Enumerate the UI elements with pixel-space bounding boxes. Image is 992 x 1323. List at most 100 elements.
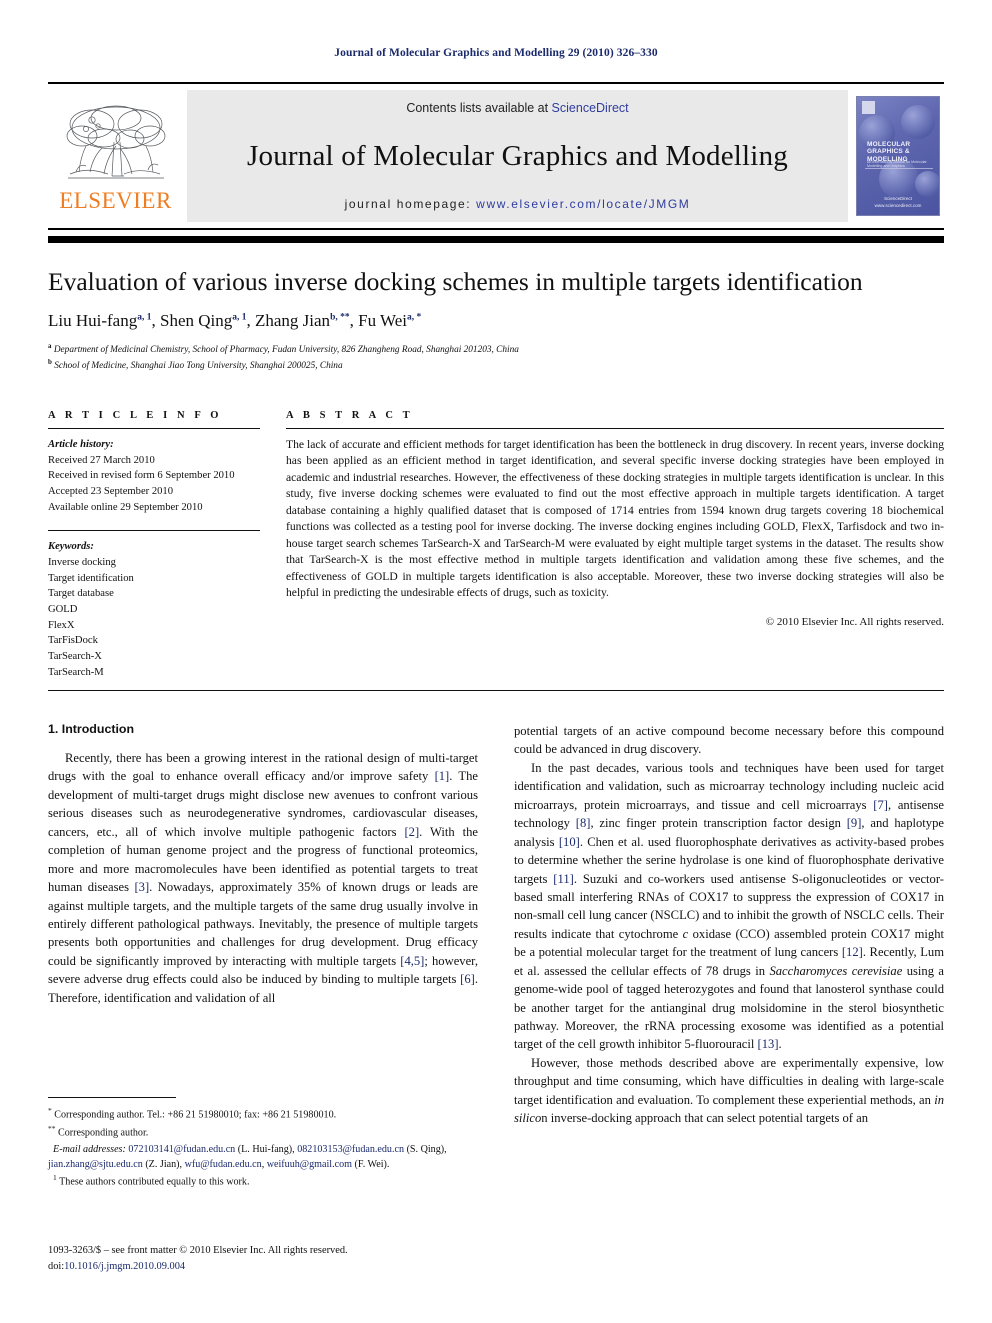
contents-available-line: Contents lists available at ScienceDirec… [406,101,628,115]
author-name: Zhang Jian [254,310,331,330]
contents-prefix: Contents lists available at [406,101,552,115]
article-info-rule [48,428,260,429]
history-item: Received in revised form 6 September 201… [48,470,235,482]
homepage-url-link[interactable]: www.elsevier.com/locate/JMGM [476,197,690,211]
paragraph-carryover-right: potential targets of an active compound … [514,724,944,757]
article-info-separator [48,530,260,532]
footnote-equal-contribution: 1 These authors contributed equally to t… [48,1172,478,1190]
citation-12[interactable]: [12] [842,945,863,959]
section-title-introduction: 1. Introduction [48,722,135,736]
abstract-column: A B S T R A C T The lack of accurate and… [286,410,944,680]
cover-sphere [915,171,939,197]
author-list: Liu Hui-fanga, 1, Shen Qinga, 1, Zhang J… [48,310,422,330]
elsevier-tree-icon [66,105,165,179]
keywords-label: Keywords: [48,541,94,553]
doi-label: doi: [48,1260,65,1272]
journal-homepage-line: journal homepage: www.elsevier.com/locat… [345,197,691,211]
footnote-text: These authors contributed equally to thi… [56,1176,250,1188]
journal-banner: Contents lists available at ScienceDirec… [187,90,848,222]
keyword-item: GOLD [48,604,78,616]
keyword-item: TarSearch-M [48,666,104,678]
citation-13[interactable]: [13] [758,1037,779,1051]
email-owner-3: (Z. Jian), [142,1159,185,1171]
footnote-text: Corresponding author. Tel.: +86 21 51980… [51,1109,337,1121]
para-text: However, those methods described above a… [514,1055,944,1107]
article-history-label: Article history: [48,439,114,450]
para-text: . [778,1037,782,1052]
affiliation-mark: b [48,358,52,367]
keywords-group: Keywords: Inverse docking Target identif… [48,539,260,680]
citation-1[interactable]: [1] [435,769,450,783]
email-link-4[interactable]: wfu@fudan.edu.cn [185,1159,262,1170]
history-item: Accepted 23 September 2010 [48,486,174,498]
affiliation-list: a Department of Medicinal Chemistry, Sch… [48,341,944,374]
journal-cover: MOLECULAR GRAPHICS & MODELLING An Intern… [852,84,944,228]
citation-7[interactable]: [7] [873,798,888,812]
paragraph-methods-right: In the past decades, various tools and t… [514,759,944,1054]
footnote-mark: ** [48,1123,56,1133]
body-column-right: potential targets of an active compound … [514,722,944,1242]
para-text: Recently, there has been a growing inter… [48,751,478,784]
elsevier-logo: ELSEVIER [48,84,183,228]
keyword-item: Inverse docking [48,557,116,569]
paper-page: Journal of Molecular Graphics and Modell… [0,0,992,1323]
footnote-corresponding-1: * Corresponding author. Tel.: +86 21 519… [48,1105,478,1123]
page-title: Evaluation of various inverse docking sc… [48,267,863,296]
journal-title: Journal of Molecular Graphics and Modell… [247,139,788,172]
keyword-item: Target identification [48,572,134,584]
citation-3[interactable]: [3] [134,880,149,894]
info-abstract-section: A R T I C L E I N F O Article history: R… [48,410,944,680]
doi-link[interactable]: 10.1016/j.jmgm.2010.09.004 [64,1261,185,1272]
abstract-copyright: © 2010 Elsevier Inc. All rights reserved… [765,615,944,628]
footnote-corresponding-2: ** Corresponding author. [48,1123,478,1141]
email-link-5[interactable]: weifuuh@gmail.com [267,1159,352,1170]
para-text: , zinc finger protein transcription fact… [590,816,847,831]
email-link-1[interactable]: 072103141@fudan.edu.cn [128,1144,235,1155]
paragraph-limitations-right: However, those methods described above a… [514,1054,944,1128]
cover-sphere [901,105,935,139]
citation-11[interactable]: [11] [553,872,574,886]
elsevier-wordmark: ELSEVIER [59,188,172,213]
article-history-group: Article history: Received 27 March 2010 … [48,437,260,515]
keyword-item: Target database [48,588,114,600]
affiliation-text: School of Medicine, Shanghai Jiao Tong U… [54,361,343,372]
email-link-2[interactable]: 082103153@fudan.edu.cn [297,1144,404,1155]
footnote-text: Corresponding author. [55,1126,149,1138]
keyword-item: TarFisDock [48,635,98,647]
email-owner-5: (F. Wei). [352,1159,390,1171]
email-label: E-mail addresses: [53,1144,126,1155]
abstract-bottom-rule [48,690,944,691]
author-name: Shen Qing [159,310,233,330]
journal-masthead: ELSEVIER Contents lists available at Sci… [48,82,944,230]
italic-species-name: Saccharomyces cerevisiae [769,963,903,978]
history-item: Received 27 March 2010 [48,454,155,466]
para-text: n inverse-docking approach that can sele… [541,1111,869,1126]
author-marks: a, 1 [137,311,152,322]
author-name: Liu Hui-fang [48,310,138,330]
imprint-block: 1093-3263/$ – see front matter © 2010 El… [48,1243,478,1274]
citation-10[interactable]: [10] [559,835,580,849]
masthead-underbar [48,236,944,243]
footnote-emails: E-mail addresses: 072103141@fudan.edu.cn… [48,1142,478,1172]
footnotes-block: * Corresponding author. Tel.: +86 21 519… [48,1097,478,1190]
sciencedirect-link[interactable]: ScienceDirect [552,101,629,115]
homepage-prefix: journal homepage: [344,197,477,211]
affiliation-item: b School of Medicine, Shanghai Jiao Tong… [48,357,944,374]
affiliation-mark: a [48,341,52,350]
citation-6[interactable]: [6] [460,972,475,986]
running-head: Journal of Molecular Graphics and Modell… [334,47,658,59]
author-name: Fu Wei [358,310,407,330]
keyword-item: FlexX [48,619,75,631]
paragraph-intro-left: Recently, there has been a growing inter… [48,749,478,1007]
citation-9[interactable]: [9] [847,816,862,830]
cover-footer-line2: www.sciencedirect.com [874,202,922,208]
citation-8[interactable]: [8] [576,816,591,830]
citation-2[interactable]: [2] [404,825,419,839]
abstract-rule [286,428,944,429]
citation-4-5[interactable]: [4,5] [400,954,424,968]
cover-thumbnail-image: MOLECULAR GRAPHICS & MODELLING An Intern… [856,96,940,216]
cover-footer: ScienceDirect www.sciencedirect.com [857,196,939,209]
email-link-3[interactable]: jian.zhang@sjtu.edu.cn [48,1159,143,1170]
cover-elsevier-icon [862,101,875,114]
keyword-item: TarSearch-X [48,651,102,663]
